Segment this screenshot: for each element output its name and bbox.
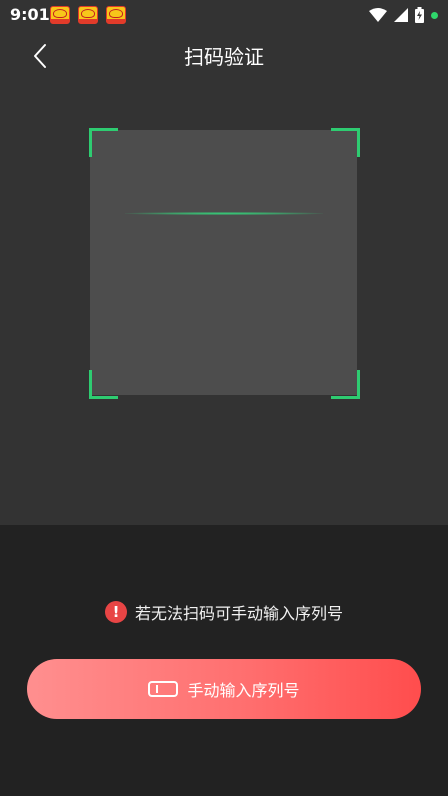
battery-charging-icon bbox=[415, 7, 424, 23]
scan-corner-top-right bbox=[331, 128, 360, 157]
header: 扫码验证 bbox=[0, 30, 448, 80]
scan-frame bbox=[90, 130, 357, 395]
manual-input-button[interactable]: 手动输入序列号 bbox=[27, 659, 421, 719]
app-notification-icon bbox=[78, 6, 98, 24]
scan-corner-bottom-right bbox=[331, 370, 360, 399]
manual-input-label: 手动输入序列号 bbox=[187, 681, 300, 700]
status-bar: 9:01 bbox=[0, 0, 448, 30]
card-icon bbox=[148, 681, 179, 697]
scan-line bbox=[125, 212, 323, 215]
status-time: 9:01 bbox=[10, 5, 50, 24]
manual-entry-hint: ! 若无法扫码可手动输入序列号 bbox=[0, 600, 448, 624]
scan-corner-top-left bbox=[89, 128, 118, 157]
notification-dot-icon bbox=[431, 11, 438, 19]
page-title: 扫码验证 bbox=[184, 45, 264, 69]
wifi-icon bbox=[369, 8, 387, 22]
hint-text: 若无法扫码可手动输入序列号 bbox=[134, 604, 343, 623]
app-notification-icon bbox=[50, 6, 70, 24]
scan-corner-bottom-left bbox=[89, 370, 118, 399]
alert-icon: ! bbox=[104, 601, 127, 623]
cell-signal-icon bbox=[394, 8, 408, 22]
app-notification-icon bbox=[106, 6, 126, 24]
